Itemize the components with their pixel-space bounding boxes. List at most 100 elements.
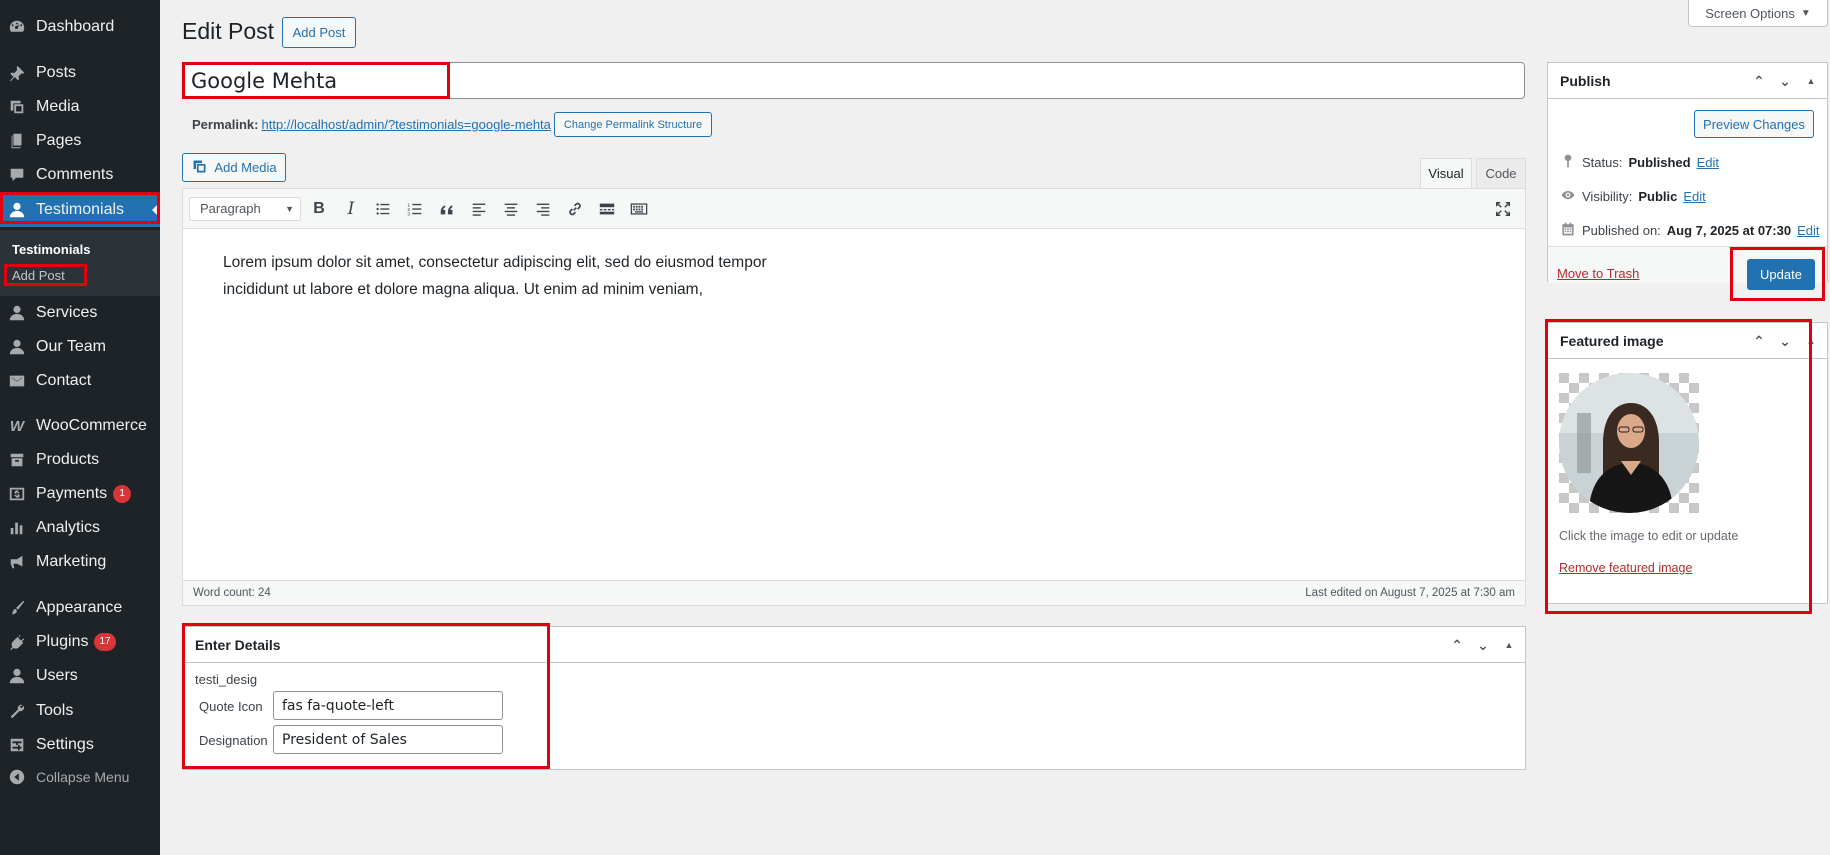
sidebar-item-woocommerce[interactable]: W WooCommerce (0, 409, 160, 443)
bullet-list-button[interactable] (369, 195, 397, 223)
align-right-button[interactable] (529, 195, 557, 223)
move-down-button[interactable]: ⌄ (1775, 333, 1795, 350)
move-up-button[interactable]: ⌃ (1749, 333, 1769, 350)
sidebar-item-services[interactable]: Services (0, 296, 160, 330)
sidebar-item-label: Marketing (36, 553, 107, 570)
sidebar-item-payments[interactable]: Payments 1 (0, 477, 160, 511)
tab-visual[interactable]: Visual (1420, 158, 1472, 188)
sidebar-item-our-team[interactable]: Our Team (0, 330, 160, 364)
fullscreen-button[interactable] (1489, 195, 1517, 223)
screen-options-label: Screen Options (1705, 5, 1795, 21)
align-center-button[interactable] (497, 195, 525, 223)
add-post-button[interactable]: Add Post (282, 17, 356, 48)
post-title-input[interactable] (182, 62, 1525, 99)
publish-metabox: Publish ⌃ ⌄ ▲ Preview Changes Status: Pu… (1547, 62, 1828, 283)
edit-date-link[interactable]: Edit (1797, 223, 1819, 238)
status-row: Status: Published Edit (1560, 153, 1719, 172)
plugin-icon (7, 632, 27, 652)
sidebar-item-tools[interactable]: Tools (0, 694, 160, 728)
change-permalink-button[interactable]: Change Permalink Structure (553, 112, 713, 137)
quote-icon-field[interactable] (273, 691, 503, 720)
edit-status-link[interactable]: Edit (1697, 155, 1719, 170)
user-icon (7, 666, 27, 686)
visibility-label: Visibility: (1582, 189, 1633, 204)
add-media-button[interactable]: Add Media (182, 153, 286, 182)
editor-toolbar: Paragraph ▼ B I 123 (183, 189, 1525, 229)
editor-body[interactable]: Lorem ipsum dolor sit amet, consectetur … (223, 249, 1223, 303)
remove-featured-image-link[interactable]: Remove featured image (1559, 561, 1692, 575)
italic-icon: I (347, 198, 355, 219)
collapse-menu-button[interactable]: Collapse Menu (0, 760, 160, 794)
sidebar-item-analytics[interactable]: Analytics (0, 511, 160, 545)
move-up-button[interactable]: ⌃ (1447, 637, 1467, 654)
settings-icon (7, 735, 27, 755)
metabox-controls: ⌃ ⌄ ▲ (1749, 323, 1821, 359)
featured-image-thumbnail[interactable] (1559, 373, 1699, 513)
designation-field[interactable] (273, 725, 503, 754)
screen-options-button[interactable]: Screen Options ▼ (1688, 0, 1828, 27)
sidebar-item-label: Payments (36, 485, 108, 502)
move-to-trash-link[interactable]: Move to Trash (1557, 266, 1639, 281)
wrench-icon (7, 701, 27, 721)
numbered-list-icon: 123 (407, 202, 422, 217)
sidebar-item-label: Our Team (36, 338, 106, 355)
published-value: Aug 7, 2025 at 07:30 (1666, 223, 1792, 238)
move-down-button[interactable]: ⌄ (1473, 637, 1493, 654)
submenu-item-testimonials[interactable]: Testimonials (12, 242, 91, 257)
permalink-link[interactable]: http://localhost/admin/?testimonials=goo… (261, 117, 550, 132)
quote-icon (440, 204, 453, 214)
toolbar-toggle-button[interactable] (625, 195, 653, 223)
insert-link-button[interactable] (561, 195, 589, 223)
keyboard-icon (630, 202, 648, 215)
permalink-label: Permalink: (192, 117, 259, 132)
content-line: incididunt ut labore et dolore magna ali… (223, 281, 703, 298)
align-left-button[interactable] (465, 195, 493, 223)
toggle-panel-button[interactable]: ▲ (1801, 76, 1821, 86)
metabox-title: Featured image (1560, 332, 1664, 349)
align-right-icon (536, 203, 550, 216)
numbered-list-button[interactable]: 123 (401, 195, 429, 223)
sidebar-item-testimonials[interactable]: Testimonials (0, 193, 160, 227)
edit-visibility-link[interactable]: Edit (1683, 189, 1705, 204)
sidebar-item-media[interactable]: Media (0, 90, 160, 124)
svg-text:3: 3 (407, 211, 410, 217)
tab-code[interactable]: Code (1476, 158, 1526, 188)
move-up-button[interactable]: ⌃ (1749, 73, 1769, 90)
user-icon (7, 303, 27, 323)
bold-button[interactable]: B (305, 195, 333, 223)
sidebar-item-contact[interactable]: Contact (0, 364, 160, 398)
caret-down-icon: ▼ (1800, 7, 1811, 19)
sidebar-item-settings[interactable]: Settings (0, 728, 160, 762)
archive-icon (7, 450, 27, 470)
sidebar-item-users[interactable]: Users (0, 659, 160, 693)
sidebar-item-posts[interactable]: Posts (0, 56, 160, 90)
update-button[interactable]: Update (1747, 259, 1815, 290)
visibility-row: Visibility: Public Edit (1560, 187, 1706, 206)
megaphone-icon (7, 552, 27, 572)
submenu-item-add-post[interactable]: Add Post (12, 268, 65, 283)
link-icon (569, 202, 581, 215)
read-more-icon (599, 203, 615, 214)
move-down-button[interactable]: ⌄ (1775, 73, 1795, 90)
sidebar-item-plugins[interactable]: Plugins 17 (0, 625, 160, 659)
format-select[interactable]: Paragraph ▼ (189, 196, 301, 221)
sidebar-item-marketing[interactable]: Marketing (0, 545, 160, 579)
sidebar-item-label: WooCommerce (36, 417, 147, 434)
sidebar-item-comments[interactable]: Comments (0, 158, 160, 192)
italic-button[interactable]: I (337, 195, 365, 223)
sidebar-item-dashboard[interactable]: Dashboard (0, 10, 160, 44)
sidebar-item-products[interactable]: Products (0, 443, 160, 477)
sidebar-item-appearance[interactable]: Appearance (0, 591, 160, 625)
sidebar-item-pages[interactable]: Pages (0, 124, 160, 158)
pin-icon (7, 63, 27, 83)
last-edited: Last edited on August 7, 2025 at 7:30 am (1305, 587, 1515, 599)
collapse-label: Collapse Menu (36, 769, 130, 785)
pin-icon (1560, 153, 1576, 172)
blockquote-button[interactable] (433, 195, 461, 223)
toggle-panel-button[interactable]: ▲ (1801, 336, 1821, 346)
sidebar-item-label: Contact (36, 372, 92, 389)
preview-changes-button[interactable]: Preview Changes (1694, 110, 1814, 138)
toggle-panel-button[interactable]: ▲ (1499, 640, 1519, 650)
permalink-row: Permalink: http://localhost/admin/?testi… (192, 112, 713, 137)
read-more-button[interactable] (593, 195, 621, 223)
